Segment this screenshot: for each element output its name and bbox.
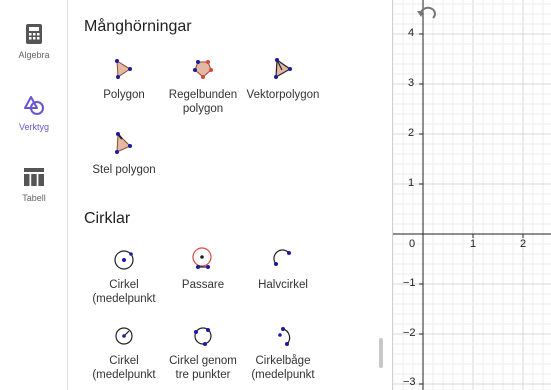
section-title-polygons: Månghörningar — [84, 18, 192, 35]
tool-vector-polygon[interactable]: Vektorpolygon — [241, 55, 325, 102]
tool-rigid-polygon-label: Stel polygon — [92, 164, 156, 176]
y-tick-label: −3 — [403, 376, 416, 388]
tool-circle-center-point-label: Cirkel (medelpunkt — [92, 279, 156, 305]
calculator-icon — [22, 22, 46, 46]
rail-tools-label: Verktyg — [18, 122, 49, 132]
panel-scrollbar[interactable] — [379, 338, 383, 368]
vector-polygon-icon — [268, 55, 298, 85]
rail-algebra-label: Algebra — [18, 50, 50, 60]
tool-vector-polygon-label: Vektorpolygon — [246, 89, 320, 101]
tool-semicircle-label: Halvcirkel — [258, 279, 308, 291]
tool-circle-center-radius-label: Cirkel (medelpunkt — [92, 355, 156, 381]
semicircle-icon — [268, 245, 298, 275]
tool-rigid-polygon[interactable]: Stel polygon — [82, 130, 166, 177]
circular-arc-icon — [268, 321, 298, 351]
graphics-view[interactable]: 0 1 2 4 3 2 1 −1 −2 −3 — [392, 0, 551, 390]
side-rail: Algebra Verktyg Tabell — [0, 0, 68, 390]
tool-circular-arc[interactable]: Cirkelbåge (medelpunkt — [241, 321, 325, 382]
tools-icon — [22, 94, 46, 118]
coordinate-grid — [393, 0, 551, 390]
tool-compass[interactable]: Passare — [161, 245, 245, 292]
tool-compass-label: Passare — [181, 279, 225, 291]
y-tick-label: 3 — [408, 77, 415, 89]
tool-polygon-label: Polygon — [103, 89, 145, 101]
compass-icon — [188, 245, 218, 275]
polygon-icon — [109, 55, 139, 85]
y-tick-label: 4 — [408, 27, 415, 39]
circle-center-radius-icon — [109, 321, 139, 351]
tool-polygon[interactable]: Polygon — [82, 55, 166, 102]
rail-algebra[interactable]: Algebra — [0, 22, 68, 82]
tool-semicircle[interactable]: Halvcirkel — [241, 245, 325, 292]
x-tick-label: 1 — [470, 238, 477, 250]
tool-circle-three-points-label: Cirkel genom tre punkter — [169, 355, 237, 381]
y-tick-label: 2 — [408, 127, 415, 139]
y-tick-label: −1 — [403, 277, 416, 289]
tool-circular-arc-label: Cirkelbåge (medelpunkt — [251, 355, 315, 381]
rigid-polygon-icon — [109, 130, 139, 160]
regular-polygon-icon — [188, 55, 218, 85]
circle-center-point-icon — [109, 245, 139, 275]
x-tick-label: 2 — [520, 238, 527, 250]
undo-button[interactable] — [415, 4, 439, 24]
tool-circle-three-points[interactable]: Cirkel genom tre punkter — [161, 321, 245, 382]
x-tick-label: 0 — [409, 238, 416, 250]
y-tick-label: −2 — [403, 327, 416, 339]
undo-icon — [415, 6, 439, 28]
tool-circle-center-radius[interactable]: Cirkel (medelpunkt — [82, 321, 166, 382]
circle-three-points-icon — [188, 321, 218, 351]
tool-regular-polygon[interactable]: Regelbunden polygon — [161, 55, 245, 116]
y-tick-label: 1 — [408, 177, 415, 189]
tools-panel: Månghörningar Polygon Regelbunden polygo… — [69, 0, 391, 390]
table-icon — [22, 165, 46, 189]
tool-circle-center-point[interactable]: Cirkel (medelpunkt — [82, 245, 166, 306]
rail-tools[interactable]: Verktyg — [0, 94, 68, 154]
rail-table-label: Tabell — [22, 193, 46, 203]
rail-table[interactable]: Tabell — [0, 165, 68, 225]
tool-regular-polygon-label: Regelbunden polygon — [168, 89, 238, 115]
section-title-circles: Cirklar — [84, 210, 131, 227]
